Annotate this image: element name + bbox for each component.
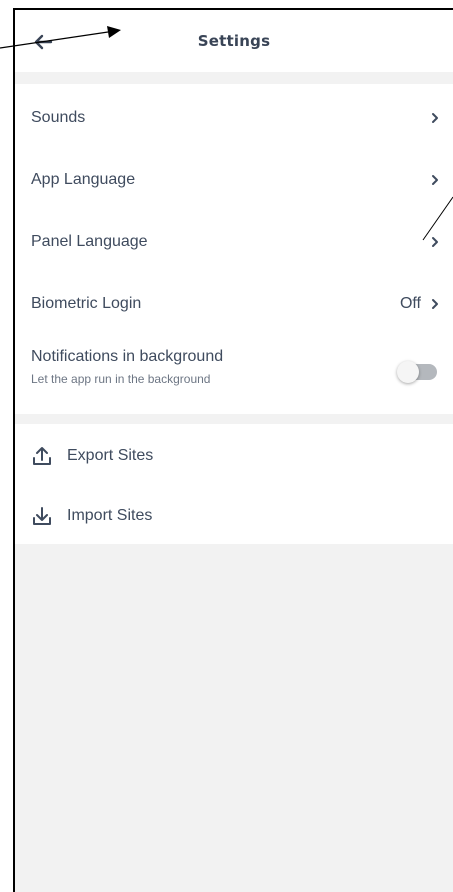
app-header: Settings [15,10,453,72]
sites-actions: Export Sites Import Sites [15,424,453,544]
app-screen: Settings Sounds App Language Panel Langu… [13,8,453,892]
biometric-status-value: Off [399,295,421,312]
upload-icon [33,447,51,465]
settings-item-notifications-background: Notifications in background Let the app … [15,340,453,404]
notifications-toggle[interactable] [397,361,437,383]
settings-item-sounds[interactable]: Sounds [15,88,453,148]
toggle-knob [397,361,419,383]
chevron-right-icon [427,172,443,188]
chevron-right-icon [427,110,443,126]
download-icon [33,507,51,525]
settings-item-label: Panel Language [31,233,148,250]
back-button[interactable] [31,30,55,54]
import-sites-button[interactable]: Import Sites [15,488,453,544]
settings-item-label: Notifications in background [31,348,224,365]
export-sites-button[interactable]: Export Sites [15,428,453,484]
arrow-left-icon [34,34,53,50]
chevron-right-icon [427,234,443,250]
settings-item-subtitle: Let the app run in the background [31,372,211,386]
page-title: Settings [197,32,271,50]
settings-list: Sounds App Language Panel Language Biome… [15,84,453,414]
settings-item-label: Biometric Login [31,295,142,312]
settings-item-biometric-login[interactable]: Biometric Login Off [15,274,453,334]
settings-item-app-language[interactable]: App Language [15,150,453,210]
settings-item-panel-language[interactable]: Panel Language [15,212,453,272]
export-sites-label: Export Sites [67,447,154,464]
settings-item-label: App Language [31,171,136,188]
import-sites-label: Import Sites [67,507,153,524]
settings-item-label: Sounds [31,109,86,126]
chevron-right-icon [427,296,443,312]
